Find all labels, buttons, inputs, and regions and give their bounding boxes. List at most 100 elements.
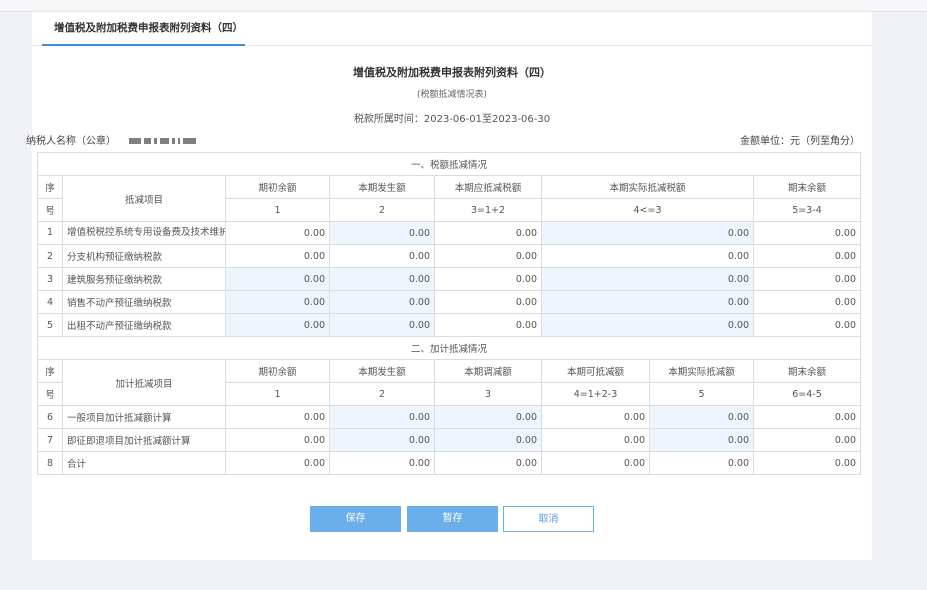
input-cell[interactable]: 0.00: [434, 428, 542, 452]
col-code: 1: [225, 382, 330, 406]
cell-value: 0.00: [329, 244, 435, 268]
cell-value: 0.00: [225, 451, 330, 475]
cell-value: 0.00: [752, 244, 862, 268]
draft-button[interactable]: 暂存: [407, 506, 498, 532]
table-row: 3 建筑服务预征缴纳税款 0.00 0.00 0.00 0.00 0.00: [37, 267, 862, 291]
cell-value: 0.00: [752, 267, 862, 291]
col-code: 4=1+2-3: [541, 382, 650, 406]
input-cell[interactable]: 0.00: [329, 290, 435, 314]
section1-title: 一、税额抵减情况: [36, 152, 862, 176]
col-code: 5=3-4: [752, 198, 862, 222]
top-bar: [0, 0, 927, 12]
row-number: 3: [37, 267, 63, 291]
cell-value: 0.00: [434, 267, 542, 291]
seq-header: 号: [37, 198, 63, 222]
input-cell[interactable]: 0.00: [541, 290, 754, 314]
input-cell[interactable]: 0.00: [541, 221, 754, 245]
col-code: 5: [649, 382, 754, 406]
input-cell[interactable]: 0.00: [329, 405, 435, 429]
tab-bar: 增值税及附加税费申报表附列资料（四）: [32, 12, 872, 46]
deduction-table: 一、税额抵减情况 序 抵减项目 期初余额 本期发生额 本期应抵减税额 本期实际抵…: [36, 152, 862, 475]
input-cell[interactable]: 0.00: [329, 428, 435, 452]
table-row: 5 出租不动产预征缴纳税款 0.00 0.00 0.00 0.00 0.00: [37, 313, 862, 337]
row-number: 2: [37, 244, 63, 268]
row-number: 7: [37, 428, 63, 452]
cell-value: 0.00: [752, 405, 862, 429]
section1-title-row: 一、税额抵减情况: [36, 152, 862, 176]
section2-header-row: 序 加计抵减项目 期初余额 本期发生额 本期调减额 本期可抵减额 本期实际抵减额…: [37, 359, 862, 406]
cell-value: 0.00: [329, 451, 435, 475]
input-cell[interactable]: 0.00: [329, 267, 435, 291]
taxpayer-name: 纳税人名称（公章）: [26, 132, 199, 147]
seq-header: 号: [37, 382, 63, 406]
col-header: 本期实际抵减税额: [541, 175, 754, 199]
col-header: 期末余额: [752, 359, 862, 383]
input-cell[interactable]: 0.00: [329, 221, 435, 245]
col-header: 期末余额: [752, 175, 862, 199]
masked-taxpayer-name: [129, 136, 199, 147]
section1-header-row: 序 抵减项目 期初余额 本期发生额 本期应抵减税额 本期实际抵减税额 期末余额: [37, 175, 862, 222]
col-code: 1: [225, 198, 330, 222]
col-header: 本期发生额: [329, 359, 435, 383]
cell-value: 0.00: [434, 451, 542, 475]
cancel-button[interactable]: 取消: [503, 506, 594, 532]
cell-value: 0.00: [752, 221, 862, 245]
input-cell[interactable]: 0.00: [329, 313, 435, 337]
col-header: 本期应抵减税额: [434, 175, 542, 199]
amount-unit: 金额单位：元（列至角分）: [740, 136, 860, 147]
input-cell[interactable]: 0.00: [649, 405, 754, 429]
cell-value: 0.00: [541, 244, 754, 268]
cell-value: 0.00: [752, 290, 862, 314]
input-cell[interactable]: 0.00: [225, 290, 330, 314]
row-item-name: 一般项目加计抵减额计算: [62, 405, 226, 429]
item-header: 抵减项目: [62, 175, 226, 222]
cell-value: 0.00: [541, 428, 650, 452]
row-number: 5: [37, 313, 63, 337]
cell-value: 0.00: [434, 313, 542, 337]
input-cell[interactable]: 0.00: [225, 267, 330, 291]
table-row: 4 销售不动产预征缴纳税款 0.00 0.00 0.00 0.00 0.00: [37, 290, 862, 314]
cell-value: 0.00: [225, 244, 330, 268]
cell-value: 0.00: [752, 451, 862, 475]
tax-period: 税款所属时间：2023-06-01至2023-06-30: [353, 114, 551, 125]
col-header: 本期实际抵减额: [649, 359, 754, 383]
section2-title-row: 二、加计抵减情况: [36, 336, 862, 360]
col-code: 4<=3: [541, 198, 754, 222]
page-subtitle: (税额抵减情况表): [416, 90, 488, 100]
col-code: 3: [434, 382, 542, 406]
row-item-name: 销售不动产预征缴纳税款: [62, 290, 226, 314]
input-cell[interactable]: 0.00: [225, 313, 330, 337]
input-cell[interactable]: 0.00: [541, 267, 754, 291]
save-button[interactable]: 保存: [310, 506, 401, 532]
row-item-name: 分支机构预征缴纳税款: [62, 244, 226, 268]
row-number: 4: [37, 290, 63, 314]
col-code: 2: [329, 382, 435, 406]
page-title: 增值税及附加税费申报表附列资料（四）: [353, 66, 551, 79]
col-code: 3=1+2: [434, 198, 542, 222]
tab-attachment-4[interactable]: 增值税及附加税费申报表附列资料（四）: [42, 12, 245, 46]
row-number: 6: [37, 405, 63, 429]
cell-value: 0.00: [225, 221, 330, 245]
table-row: 1 增值税税控系统专用设备费及技术维护费 0.00 0.00 0.00 0.00…: [37, 221, 862, 245]
col-code: 2: [329, 198, 435, 222]
row-item-name: 即征即退项目加计抵减额计算: [62, 428, 226, 452]
input-cell[interactable]: 0.00: [649, 428, 754, 452]
cell-value: 0.00: [752, 428, 862, 452]
col-header: 本期调减额: [434, 359, 542, 383]
input-cell[interactable]: 0.00: [541, 313, 754, 337]
col-header: 期初余额: [225, 359, 330, 383]
col-header: 本期发生额: [329, 175, 435, 199]
cell-value: 0.00: [434, 221, 542, 245]
cell-value: 0.00: [649, 451, 754, 475]
table-row: 8 合计 0.00 0.00 0.00 0.00 0.00 0.00: [37, 451, 862, 475]
cell-value: 0.00: [225, 428, 330, 452]
row-number: 1: [37, 221, 63, 245]
table-row: 6 一般项目加计抵减额计算 0.00 0.00 0.00 0.00 0.00 0…: [37, 405, 862, 429]
row-item-name: 合计: [62, 451, 226, 475]
col-header: 本期可抵减额: [541, 359, 650, 383]
cell-value: 0.00: [541, 405, 650, 429]
cell-value: 0.00: [434, 290, 542, 314]
row-item-name: 建筑服务预征缴纳税款: [62, 267, 226, 291]
seq-header: 序: [37, 175, 63, 199]
input-cell[interactable]: 0.00: [434, 405, 542, 429]
